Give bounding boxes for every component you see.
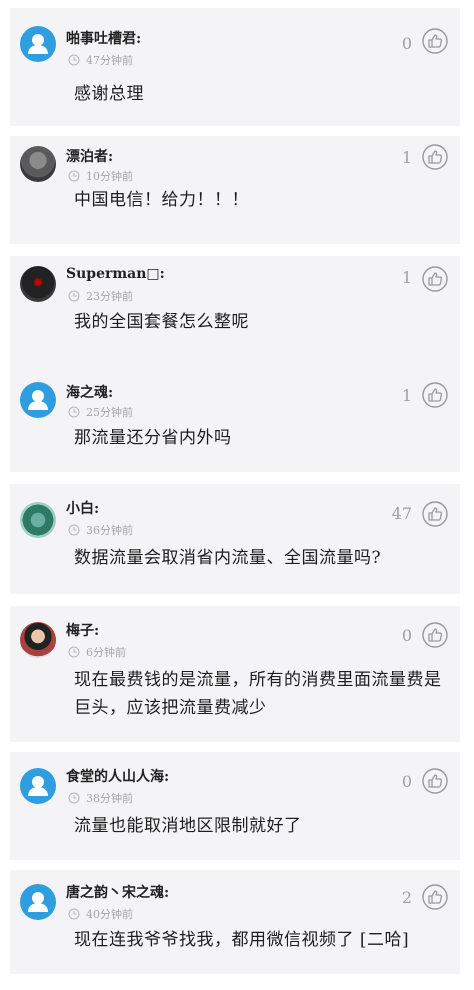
clock-icon [68,646,80,658]
comment-card: 小白: 36分钟前 47 数据流量会取消省内流量、全国流量吗? [10,484,460,594]
like-count: 2 [401,888,412,907]
thumbs-up-icon[interactable] [422,622,448,648]
comment-card: 唐之韵丶宋之魂: 40分钟前 2 现在连我爷爷找我，都用微信视频了 [二哈] [10,870,460,974]
avatar[interactable] [20,884,56,920]
comment-card: 啪事吐槽君: 47分钟前 0 感谢总理 [10,8,460,126]
like-count: 0 [401,772,412,791]
thumbs-up-icon[interactable] [422,884,448,910]
comment-text: 感谢总理 [74,84,144,104]
comment-time: 36分钟前 [68,522,133,538]
comment-author[interactable]: Superman□: [66,266,165,282]
comment-author[interactable]: 唐之韵丶宋之魂: [66,882,169,902]
comment-author[interactable]: 漂泊者: [66,146,113,166]
time-label: 6分钟前 [86,646,126,659]
comment-card: 海之魂: 25分钟前 1 那流量还分省内外吗 [10,362,460,472]
comment-card: 梅子: 6分钟前 0 现在最费钱的是流量，所有的消费里面流量费是巨头，应该把流量… [10,606,460,742]
clock-icon [68,170,80,182]
avatar[interactable] [20,26,56,62]
avatar[interactable] [20,146,56,182]
person-icon [28,892,48,912]
clock-icon [68,908,80,920]
person-icon [28,390,48,410]
comment-author[interactable]: 啪事吐槽君: [66,28,141,48]
comment-time: 40分钟前 [68,906,133,922]
comment-card: 漂泊者: 10分钟前 1 中国电信！给力！！！ [10,136,460,244]
time-label: 36分钟前 [86,524,133,537]
like-count: 1 [401,268,412,287]
thumbs-up-icon[interactable] [422,28,448,54]
comment-card: Superman□: 23分钟前 1 我的全国套餐怎么整呢 [10,256,460,362]
comment-text: 现在连我爷爷找我，都用微信视频了 [二哈] [74,930,410,950]
person-icon [28,34,48,54]
time-label: 47分钟前 [86,54,133,67]
thumbs-up-icon[interactable] [422,382,448,408]
clock-icon [68,406,80,418]
comment-time: 25分钟前 [68,404,133,420]
avatar[interactable] [20,382,56,418]
thumbs-up-icon[interactable] [422,144,448,170]
thumbs-up-icon[interactable] [422,501,448,527]
thumbs-up-icon[interactable] [422,768,448,794]
comment-text: 那流量还分省内外吗 [74,428,232,448]
clock-icon [68,290,80,302]
like-count: 0 [401,626,412,645]
comment-time: 10分钟前 [68,168,133,184]
clock-icon [68,792,80,804]
comment-card: 食堂的人山人海: 38分钟前 0 流量也能取消地区限制就好了 [10,752,460,860]
avatar[interactable] [20,502,56,538]
comment-text: 我的全国套餐怎么整呢 [74,312,249,332]
comment-text: 中国电信！给力！！！ [74,190,249,210]
comment-author[interactable]: 小白: [66,498,99,518]
time-label: 40分钟前 [86,908,133,921]
time-label: 23分钟前 [86,290,133,303]
comment-text: 现在最费钱的是流量，所有的消费里面流量费是巨头，应该把流量费减少 [74,670,442,718]
like-count: 47 [391,504,412,523]
comment-author[interactable]: 梅子: [66,620,99,640]
like-count: 1 [401,386,412,405]
comment-time: 23分钟前 [68,288,133,304]
like-count: 0 [401,34,412,53]
comment-time: 38分钟前 [68,790,133,806]
thumbs-up-icon[interactable] [422,266,448,292]
avatar[interactable] [20,768,56,804]
comment-author[interactable]: 海之魂: [66,382,113,402]
time-label: 25分钟前 [86,406,133,419]
avatar[interactable] [20,622,56,658]
comment-text: 流量也能取消地区限制就好了 [74,816,302,836]
time-label: 10分钟前 [86,170,133,183]
avatar[interactable] [20,266,56,302]
person-icon [28,776,48,796]
time-label: 38分钟前 [86,792,133,805]
like-count: 1 [401,148,412,167]
clock-icon [68,524,80,536]
comment-author[interactable]: 食堂的人山人海: [66,766,169,786]
comment-time: 6分钟前 [68,644,126,660]
comment-time: 47分钟前 [68,52,133,68]
comment-text: 数据流量会取消省内流量、全国流量吗? [74,548,382,568]
clock-icon [68,54,80,66]
